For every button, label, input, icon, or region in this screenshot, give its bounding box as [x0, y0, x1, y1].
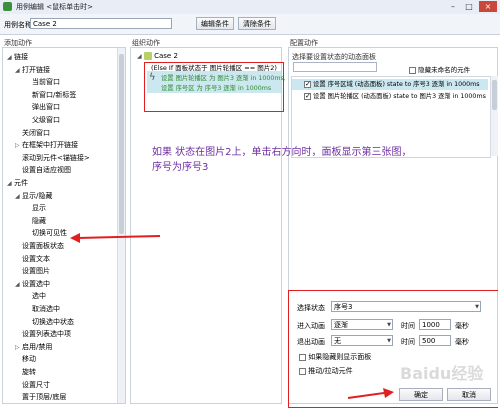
arrow-left-line [77, 235, 161, 239]
arrow-left-head [70, 233, 80, 243]
annotation-arrows [70, 233, 394, 399]
arrow-right-head [383, 388, 394, 398]
watermark: Baidu经验 [400, 364, 484, 383]
arrow-right-line [347, 392, 385, 399]
